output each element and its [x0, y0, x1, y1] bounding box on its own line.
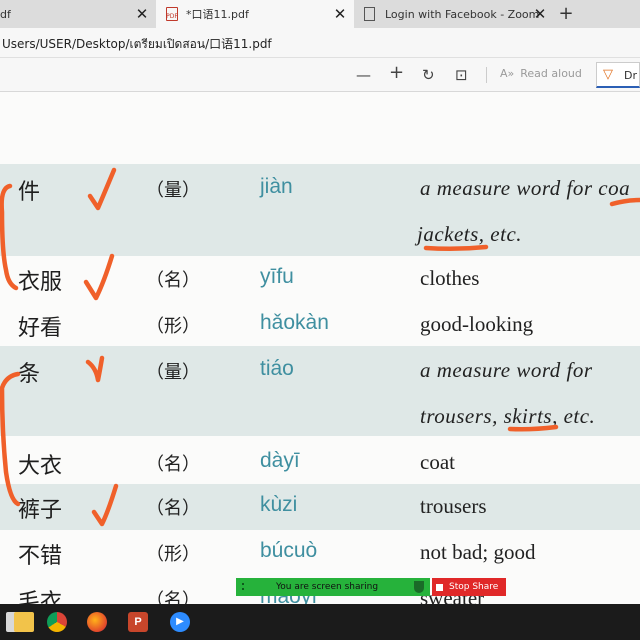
vocab-hanzi: 衣服: [18, 270, 63, 295]
screen-sharing-message: You are screen sharing: [276, 582, 379, 592]
vocab-pos: （名）: [146, 454, 200, 475]
browser-tab-strip: df ✕ PDF *口语11.pdf ✕ Login with Facebook…: [0, 0, 640, 28]
vocab-pos: （名）: [146, 498, 200, 519]
tab-previous-close-icon[interactable]: ✕: [134, 6, 150, 22]
powerpoint-icon[interactable]: P: [128, 612, 148, 632]
pdf-page: 件 （量） jiàn a measure word for coa jacket…: [0, 92, 640, 604]
vocab-hanzi: 好看: [18, 316, 63, 341]
vocab-row: trousers, skirts, etc.: [0, 396, 640, 440]
stop-share-label: Stop Share: [449, 582, 499, 592]
tab-zoom-login-close-icon[interactable]: ✕: [532, 6, 548, 22]
vocab-hanzi: 毛衣: [18, 590, 63, 604]
tab-pdf-close-icon[interactable]: ✕: [332, 6, 348, 22]
draw-label: Dr: [624, 69, 637, 82]
vocab-english: good-looking: [420, 312, 534, 336]
pdf-toolbar: — + ↻ ⊡ A» Read aloud ▽ Dr: [0, 58, 640, 92]
stop-share-button[interactable]: Stop Share: [432, 578, 506, 596]
draw-pen-icon: ▽: [603, 67, 613, 82]
vocab-english: a measure word for coa: [420, 176, 631, 200]
vocab-pos: （形）: [146, 316, 200, 337]
fit-page-icon[interactable]: ⊡: [455, 66, 468, 84]
vocab-pinyin: kùzi: [260, 493, 298, 516]
vocab-english: a measure word for: [420, 358, 593, 382]
new-tab-button[interactable]: +: [556, 4, 576, 24]
toolbar-divider: [486, 67, 487, 83]
screen-sharing-bar[interactable]: You are screen sharing: [236, 578, 430, 596]
taskbar: P ▶: [0, 604, 640, 640]
vocab-pinyin: tiáo: [260, 357, 294, 380]
vocab-english: trousers: [420, 494, 487, 518]
tab-previous[interactable]: df ✕: [0, 0, 156, 28]
vocab-hanzi: 条: [18, 362, 41, 387]
vocab-pinyin: hǎokàn: [260, 311, 329, 334]
vocab-english: not bad; good: [420, 540, 536, 564]
vocab-pinyin: búcuò: [260, 539, 318, 562]
tab-previous-title: df: [0, 7, 11, 21]
vocab-english: trousers, skirts, etc.: [420, 404, 596, 428]
vocab-pos: （量）: [146, 180, 200, 201]
vocab-row: 件 （量） jiàn a measure word for coa: [0, 168, 640, 212]
zoom-icon[interactable]: ▶: [170, 612, 190, 632]
tab-pdf[interactable]: PDF *口语11.pdf ✕: [156, 0, 354, 28]
address-bar[interactable]: Users/USER/Desktop/เตรียมเปิดสอน/口语11.pd…: [0, 28, 640, 58]
tab-pdf-title: *口语11.pdf: [186, 8, 249, 21]
vocab-row: 条 （量） tiáo a measure word for: [0, 350, 640, 394]
zoom-out-button[interactable]: —: [356, 66, 371, 84]
vocab-row: 大衣 （名） dàyī coat: [0, 442, 640, 486]
vocab-pos: （名）: [146, 270, 200, 291]
chrome-icon[interactable]: [47, 612, 67, 632]
vocab-pinyin: dàyī: [260, 449, 300, 472]
page-icon: [364, 7, 375, 21]
draw-button[interactable]: ▽ Dr: [596, 62, 640, 88]
vocab-hanzi: 裤子: [18, 498, 63, 523]
drag-handle-icon[interactable]: [242, 583, 250, 590]
vocab-hanzi: 不错: [18, 544, 63, 569]
vocab-pinyin: jiàn: [260, 175, 293, 198]
tab-zoom-login-title: Login with Facebook - Zoom: [385, 7, 540, 21]
read-aloud-icon: A»: [500, 67, 515, 80]
vocab-row: 不错 （形） búcuò not bad; good: [0, 532, 640, 576]
vocab-english: coat: [420, 450, 455, 474]
pdf-file-icon: PDF: [166, 7, 178, 21]
vocab-pos: （名）: [146, 590, 200, 604]
tab-zoom-login[interactable]: Login with Facebook - Zoom ✕: [354, 0, 554, 28]
vocab-pinyin: yīfu: [260, 265, 294, 288]
shield-icon: [414, 581, 424, 593]
read-aloud-button[interactable]: A» Read aloud: [500, 67, 582, 80]
vocab-hanzi: 件: [18, 180, 41, 205]
vocab-english: clothes: [420, 266, 480, 290]
read-aloud-label: Read aloud: [520, 67, 582, 80]
zoom-in-button[interactable]: +: [389, 64, 404, 82]
vocab-pos: （形）: [146, 544, 200, 565]
vocab-pos: （量）: [146, 362, 200, 383]
address-url[interactable]: Users/USER/Desktop/เตรียมเปิดสอน/口语11.pd…: [2, 35, 272, 54]
vocab-row: jackets, etc.: [0, 214, 640, 258]
firefox-icon[interactable]: [87, 612, 107, 632]
stop-icon: [436, 583, 443, 591]
vocab-english: jackets, etc.: [417, 222, 523, 246]
vocab-row: 衣服 （名） yīfu clothes: [0, 258, 640, 302]
vocab-hanzi: 大衣: [18, 454, 63, 479]
rotate-icon[interactable]: ↻: [422, 66, 435, 84]
vocab-row: 裤子 （名） kùzi trousers: [0, 486, 640, 530]
file-explorer-icon[interactable]: [14, 612, 34, 632]
vocab-row: 好看 （形） hǎokàn good-looking: [0, 304, 640, 348]
